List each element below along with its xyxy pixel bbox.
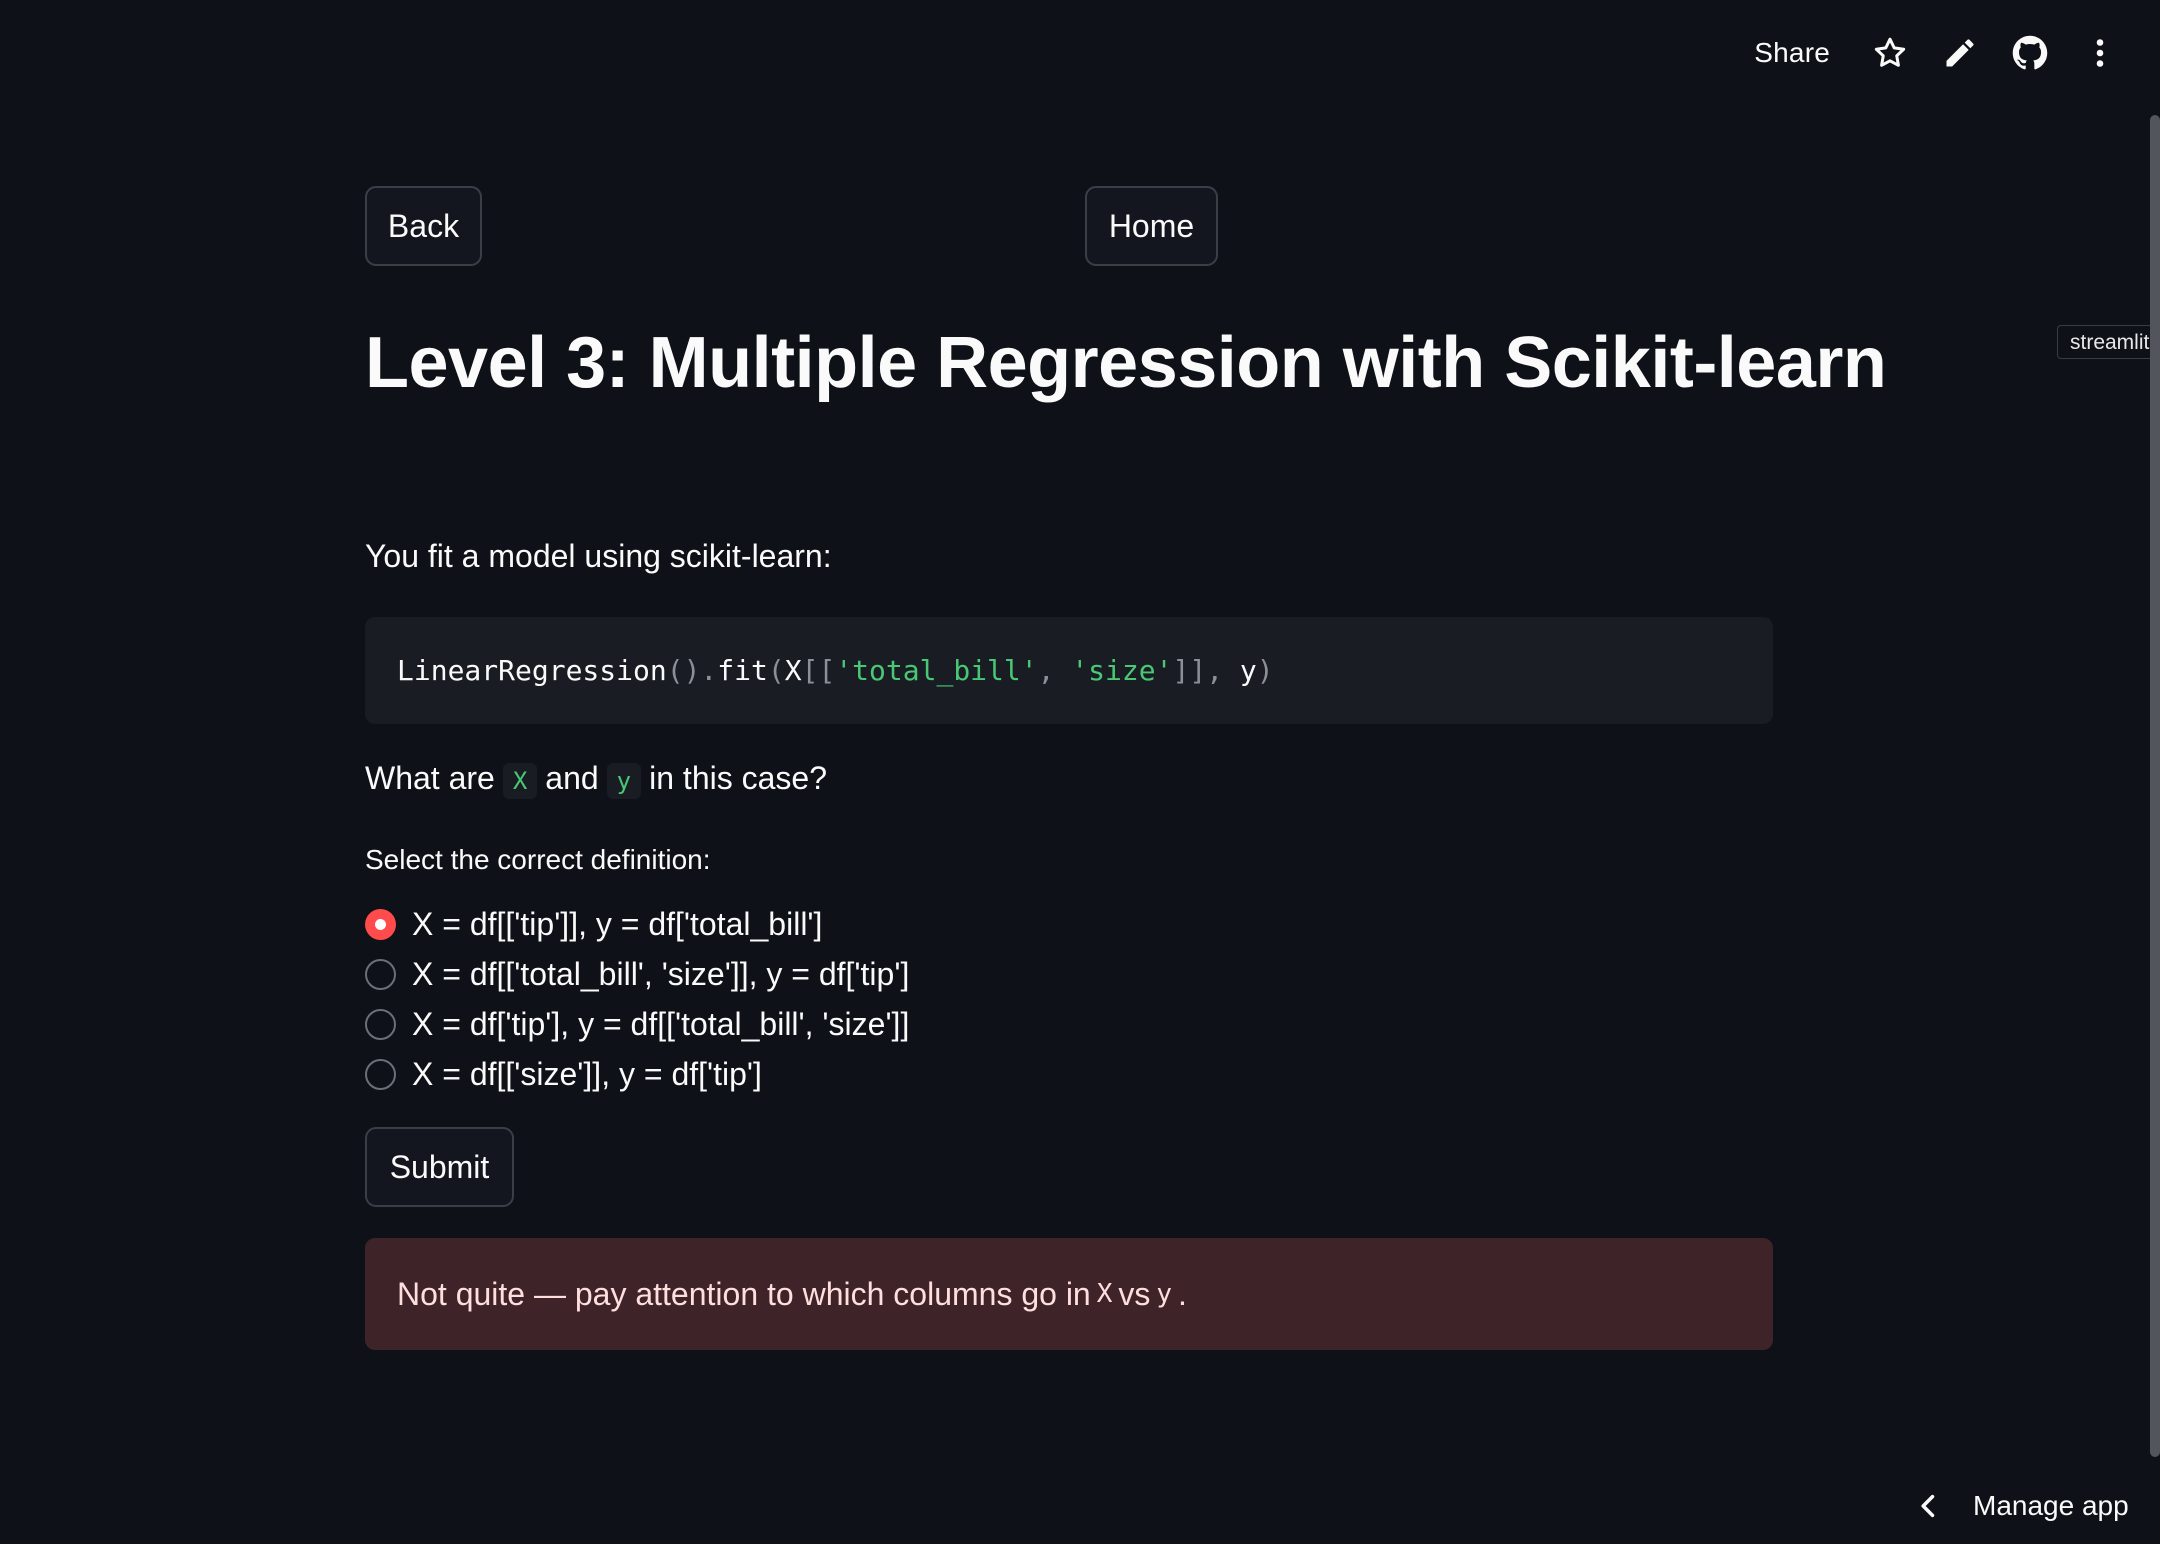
top-toolbar: Share [1754,28,2120,78]
question-part: What are [365,760,495,796]
pencil-icon[interactable] [1940,33,1980,73]
radio-option[interactable]: X = df[['size']], y = df['tip'] [365,1049,909,1099]
radio-option-label[interactable]: X = df[['size']], y = df['tip'] [412,1056,762,1093]
question-part: and [545,760,599,796]
app-page: Share streamlit Back Home Level 3: Multi… [0,0,2160,1544]
radio-option-label[interactable]: X = df[['total_bill', 'size']], y = df['… [412,956,909,993]
code-token: y [1239,654,1257,687]
code-token: ]], [1172,654,1240,687]
code-token: 'size' [1071,654,1173,687]
radio-button-selected[interactable] [365,908,396,940]
definition-radio-group: X = df[['tip']], y = df['total_bill'] X … [365,899,909,1099]
radio-option-label[interactable]: X = df['tip'], y = df[['total_bill', 'si… [412,1006,909,1043]
scrollbar[interactable] [2150,115,2160,1457]
chevron-left-icon [1921,1494,1935,1518]
radio-option[interactable]: X = df[['total_bill', 'size']], y = df['… [365,949,909,999]
manage-app-label[interactable]: Manage app [1973,1490,2129,1522]
github-icon[interactable] [2010,33,2050,73]
more-vertical-icon[interactable] [2080,33,2120,73]
page-title: Level 3: Multiple Regression with Scikit… [365,323,1887,403]
code-block: LinearRegression (). fit(X[['total_bill', … [365,617,1773,724]
share-button[interactable]: Share [1754,37,1830,69]
code-token: LinearRegression [397,654,667,687]
code-token: [[ [801,654,836,687]
code-token: ) [1256,654,1274,687]
radio-option[interactable]: X = df['tip'], y = df[['total_bill', 'si… [365,999,909,1049]
code-token: fit [717,654,768,687]
question-part: in this case? [649,760,827,796]
alert-text: . [1178,1275,1187,1312]
star-icon[interactable] [1870,33,1910,73]
code-token: ( [767,654,785,687]
question-text: What are X and y in this case? [365,760,827,799]
radio-button[interactable] [365,1008,396,1040]
radio-button[interactable] [365,1058,396,1090]
code-token: , [1037,654,1072,687]
home-button[interactable]: Home [1085,186,1218,266]
radio-option[interactable]: X = df[['tip']], y = df['total_bill'] [365,899,909,949]
alert-code-x: X [1096,1279,1113,1309]
inline-code-y: y [606,762,642,799]
intro-text: You fit a model using scikit-learn: [365,538,832,574]
code-token: 'total_bill' [835,654,1038,687]
alert-text: Not quite — pay attention to which colum… [397,1275,1091,1312]
alert-code-y: y [1156,1279,1173,1309]
error-alert: Not quite — pay attention to which colum… [365,1238,1773,1350]
alert-text: vs [1118,1275,1151,1312]
code-token: (). [666,654,718,687]
code-token: X [784,654,802,687]
back-button[interactable]: Back [365,186,482,266]
submit-button[interactable]: Submit [365,1127,514,1207]
radio-button[interactable] [365,958,396,990]
radio-option-label[interactable]: X = df[['tip']], y = df['total_bill'] [412,906,822,943]
radio-group-label: Select the correct definition: [365,844,711,875]
manage-app-button[interactable]: Manage app [1915,1490,2129,1522]
streamlit-tag[interactable]: streamlit [2057,325,2160,359]
inline-code-x: X [502,762,538,799]
